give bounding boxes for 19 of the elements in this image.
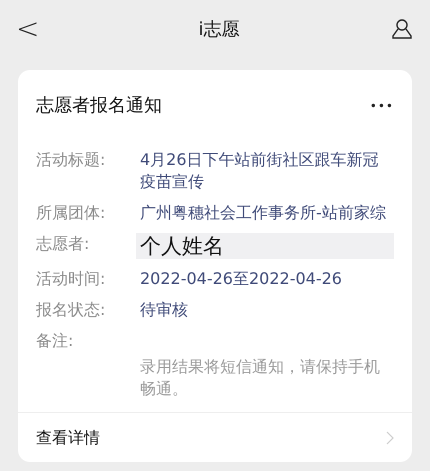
field-value: 个人姓名 — [136, 233, 394, 259]
details-link[interactable]: 查看详情 — [36, 426, 100, 450]
field-label: 所属团体: — [36, 202, 106, 224]
back-button[interactable]: < — [16, 15, 48, 43]
field-value: 录用结果将短信通知，请保持手机畅通。 — [140, 356, 381, 400]
field-value: 广州粤穗社会工作事务所-站前家综 — [140, 202, 387, 224]
field-value: 待审核 — [140, 299, 189, 321]
field-label: 报名状态: — [36, 299, 106, 321]
field-label: 志愿者: — [36, 233, 90, 255]
field-value: 2022-04-26至2022-04-26 — [140, 268, 343, 290]
field-label: 活动时间: — [36, 268, 106, 290]
field-value: 4月26日下午站前街社区跟车新冠疫苗宣传 — [140, 149, 380, 193]
page-title: i志愿 — [198, 18, 240, 42]
more-button[interactable]: ••• — [370, 96, 394, 114]
field-label: 备注: — [36, 330, 74, 352]
field-label: 活动标题: — [36, 149, 106, 171]
chevron-right-icon — [386, 430, 394, 444]
card-title: 志愿者报名通知 — [36, 94, 162, 118]
user-icon[interactable] — [390, 17, 414, 41]
